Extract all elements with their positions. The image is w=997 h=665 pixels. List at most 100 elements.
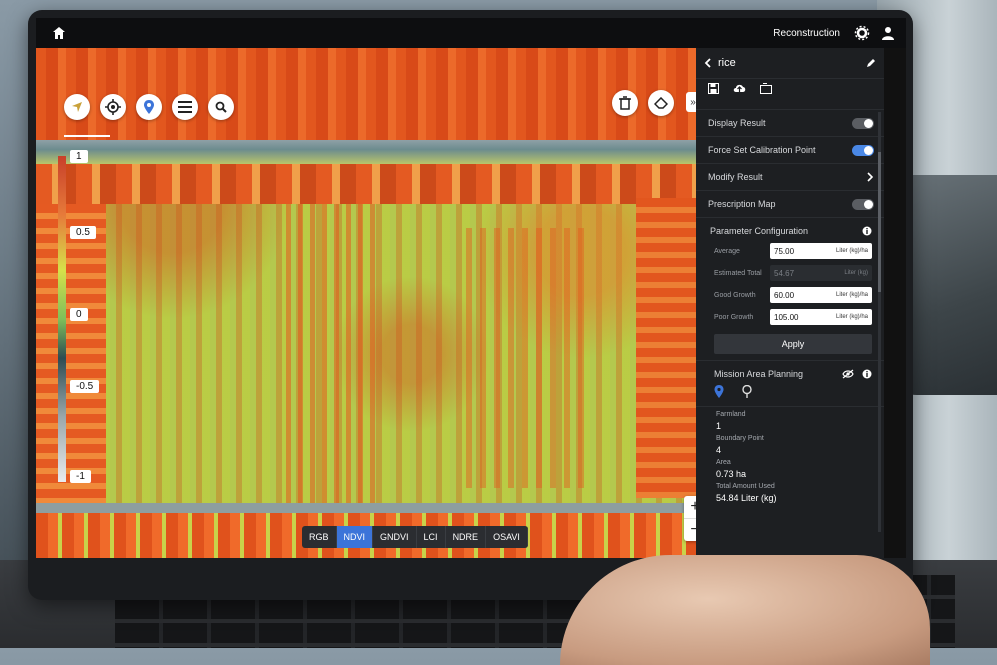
stat-label: Farmland xyxy=(716,411,746,418)
param-unit: Liter (kg)/ha xyxy=(835,314,868,320)
index-tab-gndvi[interactable]: GNDVI xyxy=(373,526,417,548)
stat-value: 54.84 Liter (kg) xyxy=(716,493,777,503)
legend-tick: -1 xyxy=(70,470,91,483)
param-label: Average xyxy=(714,247,740,255)
gear-icon[interactable] xyxy=(854,25,870,41)
prescription-map-row[interactable]: Prescription Map xyxy=(696,191,884,218)
chevron-right-icon xyxy=(867,172,874,182)
search-icon[interactable] xyxy=(208,94,234,120)
stat-label: Boundary Point xyxy=(716,435,764,442)
ndvi-legend: 1 0.5 0 -0.5 -1 xyxy=(50,148,110,488)
param-value: 60.00 xyxy=(774,290,795,300)
ndvi-map[interactable]: » 1 0.5 0 -0.5 -1 RGB NDVI GNDVI LCI NDR… xyxy=(36,48,718,558)
map-pin-icon[interactable] xyxy=(136,94,162,120)
param-average: Average 75.00 Liter (kg)/ha xyxy=(696,240,884,262)
average-input[interactable]: 75.00 Liter (kg)/ha xyxy=(770,243,872,259)
stat-label: Area xyxy=(716,459,731,466)
param-label: Estimated Total xyxy=(714,269,762,277)
user-hand xyxy=(560,555,930,665)
export-icon[interactable] xyxy=(760,83,772,94)
prescription-map-label: Prescription Map xyxy=(708,199,776,209)
prescription-map-toggle[interactable] xyxy=(852,198,874,210)
edit-icon[interactable] xyxy=(866,58,876,68)
apply-button[interactable]: Apply xyxy=(714,334,872,354)
stat-boundary-point: Boundary Point 4 xyxy=(696,431,884,455)
map-strip xyxy=(36,164,718,204)
map-toolbar xyxy=(64,94,234,120)
stat-total-amount: Total Amount Used 54.84 Liter (kg) xyxy=(696,479,884,503)
eraser-icon[interactable] xyxy=(648,90,674,116)
stat-value: 4 xyxy=(716,445,722,455)
param-poor-growth: Poor Growth 105.00 Liter (kg)/ha xyxy=(696,306,884,328)
mission-tools xyxy=(696,383,884,407)
save-icon[interactable] xyxy=(708,83,719,94)
mission-area-title: Mission Area Planning xyxy=(714,369,804,379)
estimated-total-field: 54.67 Liter (kg) xyxy=(770,265,872,281)
stat-farmland: Farmland 1 xyxy=(696,407,884,431)
stat-area: Area 0.73 ha xyxy=(696,455,884,479)
trash-icon[interactable] xyxy=(612,90,638,116)
modify-result-label: Modify Result xyxy=(708,172,763,182)
parameter-configuration-title: Parameter Configuration xyxy=(710,226,809,236)
display-result-label: Display Result xyxy=(708,118,766,128)
param-value: 75.00 xyxy=(774,246,795,256)
param-value: 105.00 xyxy=(774,312,799,322)
param-estimated-total: Estimated Total 54.67 Liter (kg) xyxy=(696,262,884,284)
stat-value: 1 xyxy=(716,421,722,431)
poor-growth-input[interactable]: 105.00 Liter (kg)/ha xyxy=(770,309,872,325)
info-icon[interactable] xyxy=(862,226,872,236)
index-tab-ndre[interactable]: NDRE xyxy=(446,526,487,548)
list-icon[interactable] xyxy=(172,94,198,120)
index-tab-rgb[interactable]: RGB xyxy=(302,526,337,548)
boundary-pin-icon[interactable] xyxy=(714,385,724,398)
panel-scrollbar[interactable] xyxy=(878,112,881,532)
map-road xyxy=(36,140,718,164)
home-icon[interactable] xyxy=(44,18,74,48)
stat-value: 0.73 ha xyxy=(716,469,747,479)
param-unit: Liter (kg)/ha xyxy=(835,248,868,254)
panel-actions xyxy=(696,79,884,110)
app-screen: Reconstruction » 1 0.5 0 -0.5 -1 RGB NDV… xyxy=(36,18,906,558)
index-tab-osavi[interactable]: OSAVI xyxy=(486,526,528,548)
mission-area-header: Mission Area Planning xyxy=(696,360,884,383)
force-calibration-row[interactable]: Force Set Calibration Point xyxy=(696,137,884,164)
panel-header: rice xyxy=(696,48,884,79)
legend-gradient xyxy=(58,156,66,482)
map-bottom-road xyxy=(36,503,718,513)
param-good-growth: Good Growth 60.00 Liter (kg)/ha xyxy=(696,284,884,306)
scale-bar xyxy=(64,135,110,137)
param-value: 54.67 xyxy=(774,268,795,278)
parameter-configuration-header: Parameter Configuration xyxy=(696,218,884,240)
index-tab-lci[interactable]: LCI xyxy=(417,526,446,548)
navigate-icon[interactable] xyxy=(64,94,90,120)
index-selector: RGB NDVI GNDVI LCI NDRE OSAVI xyxy=(302,526,528,548)
stat-label: Total Amount Used xyxy=(716,483,775,490)
obstacle-pin-icon[interactable] xyxy=(742,385,752,398)
map-stripe-a xyxy=(286,204,376,504)
display-result-toggle[interactable] xyxy=(852,117,874,129)
eye-off-icon[interactable] xyxy=(842,369,854,379)
force-calibration-toggle[interactable] xyxy=(852,144,874,156)
back-icon[interactable] xyxy=(704,58,712,68)
info-icon[interactable] xyxy=(862,369,872,379)
param-unit: Liter (kg)/ha xyxy=(835,292,868,298)
top-bar: Reconstruction xyxy=(36,18,906,48)
display-result-row[interactable]: Display Result xyxy=(696,110,884,137)
user-icon[interactable] xyxy=(880,25,896,41)
index-tab-ndvi[interactable]: NDVI xyxy=(336,526,374,548)
legend-tick: 0 xyxy=(70,308,88,321)
locate-icon[interactable] xyxy=(100,94,126,120)
param-unit: Liter (kg) xyxy=(844,270,868,276)
good-growth-input[interactable]: 60.00 Liter (kg)/ha xyxy=(770,287,872,303)
panel-title: rice xyxy=(718,57,736,69)
map-edit-tools xyxy=(612,90,674,116)
result-panel: rice Display Result Force Set Calibratio… xyxy=(696,48,884,558)
upload-cloud-icon[interactable] xyxy=(733,83,746,94)
page-title: Reconstruction xyxy=(773,27,840,39)
param-label: Poor Growth xyxy=(714,313,754,321)
map-stripe-b xyxy=(466,228,586,488)
legend-tick: 0.5 xyxy=(70,226,96,239)
legend-tick: -0.5 xyxy=(70,380,100,393)
legend-tick: 1 xyxy=(70,150,88,163)
modify-result-row[interactable]: Modify Result xyxy=(696,164,884,191)
